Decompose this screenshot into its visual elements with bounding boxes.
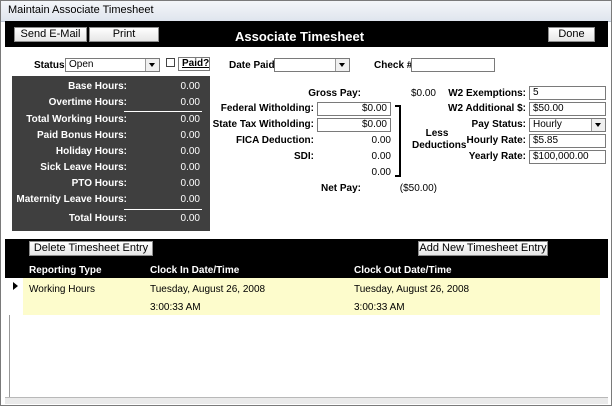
column-header-clock-out: Clock Out Date/Time <box>354 265 452 276</box>
divider <box>124 111 202 112</box>
pto-hours-value: 0.00 <box>180 178 200 189</box>
w2-additional-input[interactable]: $50.00 <box>529 102 606 116</box>
base-hours-value: 0.00 <box>180 81 200 92</box>
horizontal-scrollbar[interactable] <box>5 397 608 404</box>
other-deduction-value: 0.00 <box>371 167 391 178</box>
clock-in-date-cell[interactable]: Tuesday, August 26, 2008 <box>150 284 265 295</box>
print-button[interactable]: Print <box>89 27 159 42</box>
pay-status-label: Pay Status: <box>471 119 526 130</box>
hourly-rate-label: Hourly Rate: <box>466 135 526 146</box>
sick-leave-hours-label: Sick Leave Hours: <box>40 162 127 173</box>
pay-status-dropdown[interactable]: Hourly <box>529 118 606 132</box>
fica-deduction-value: 0.00 <box>371 135 391 146</box>
pto-hours-label: PTO Hours: <box>71 178 127 189</box>
divider <box>124 209 202 210</box>
deductions-bracket <box>395 105 401 177</box>
chevron-down-icon[interactable] <box>145 59 159 71</box>
gross-pay-label: Gross Pay: <box>308 88 361 99</box>
gross-pay-value: $0.00 <box>410 88 436 99</box>
column-header-clock-in: Clock In Date/Time <box>150 265 240 276</box>
w2-exemptions-label: W2 Exemptions: <box>448 88 526 99</box>
clock-out-date-cell[interactable]: Tuesday, August 26, 2008 <box>354 284 469 295</box>
delete-timesheet-entry-button[interactable]: Delete Timesheet Entry <box>29 241 153 256</box>
federal-witholding-input[interactable]: $0.00 <box>317 102 391 116</box>
status-label: Status: <box>34 60 68 71</box>
header-bar: Send E-Mail Print Associate Timesheet Do… <box>5 21 608 47</box>
holiday-hours-label: Holiday Hours: <box>55 146 127 157</box>
total-hours-label: Total Hours: <box>68 213 127 224</box>
w2-additional-label: W2 Additional $: <box>448 103 526 114</box>
column-header-reporting-type: Reporting Type <box>29 265 102 276</box>
total-hours-value: 0.00 <box>180 213 200 224</box>
entries-toolbar: Delete Timesheet Entry Add New Timesheet… <box>5 239 608 261</box>
total-working-hours-label: Total Working Hours: <box>26 114 127 125</box>
net-pay-label: Net Pay: <box>320 183 361 194</box>
maternity-leave-hours-value: 0.00 <box>180 194 200 205</box>
hours-panel: Base Hours: 0.00 Overtime Hours: 0.00 To… <box>12 76 210 231</box>
yearly-rate-input[interactable]: $100,000.00 <box>529 150 606 164</box>
state-tax-witholding-input[interactable]: $0.00 <box>317 118 391 132</box>
table-row[interactable]: Working Hours Tuesday, August 26, 2008 3… <box>23 278 600 315</box>
overtime-hours-label: Overtime Hours: <box>48 97 127 108</box>
paid-bonus-hours-label: Paid Bonus Hours: <box>36 130 127 141</box>
paid-bonus-hours-value: 0.00 <box>180 130 200 141</box>
chevron-down-icon[interactable] <box>591 119 605 131</box>
status-dropdown[interactable]: Open <box>65 58 160 72</box>
pay-status-value: Hourly <box>533 119 562 130</box>
record-selector-icon[interactable] <box>9 278 23 315</box>
federal-witholding-label: Federal Witholding: <box>220 103 314 114</box>
sdi-label: SDI: <box>294 151 314 162</box>
hourly-rate-input[interactable]: $5.85 <box>529 134 606 148</box>
date-paid-label: Date Paid: <box>229 60 278 71</box>
fica-deduction-label: FICA Deduction: <box>236 135 314 146</box>
paid-checkbox[interactable] <box>166 58 175 67</box>
maternity-leave-hours-label: Maternity Leave Hours: <box>16 194 127 205</box>
page-title: Associate Timesheet <box>235 29 365 44</box>
window-title: Maintain Associate Timesheet <box>8 4 154 16</box>
send-email-button[interactable]: Send E-Mail <box>14 27 87 42</box>
paid-label: Paid? <box>178 57 210 71</box>
reporting-type-cell[interactable]: Working Hours <box>29 284 95 295</box>
w2-exemptions-input[interactable]: 5 <box>529 86 606 100</box>
total-working-hours-value: 0.00 <box>180 114 200 125</box>
timesheet-window: Maintain Associate Timesheet Send E-Mail… <box>0 0 612 406</box>
add-timesheet-entry-button[interactable]: Add New Timesheet Entry <box>418 241 548 256</box>
sick-leave-hours-value: 0.00 <box>180 162 200 173</box>
clock-in-time-cell[interactable]: 3:00:33 AM <box>150 302 201 313</box>
window-titlebar[interactable]: Maintain Associate Timesheet <box>1 1 611 22</box>
date-paid-dropdown[interactable] <box>274 58 350 72</box>
yearly-rate-label: Yearly Rate: <box>468 151 526 162</box>
check-number-label: Check #: <box>374 60 416 71</box>
net-pay-value: ($50.00) <box>399 183 437 194</box>
base-hours-label: Base Hours: <box>68 81 127 92</box>
sdi-value: 0.00 <box>371 151 391 162</box>
clock-out-time-cell[interactable]: 3:00:33 AM <box>354 302 405 313</box>
overtime-hours-value: 0.00 <box>180 97 200 108</box>
done-button[interactable]: Done <box>548 27 595 42</box>
holiday-hours-value: 0.00 <box>180 146 200 157</box>
state-tax-witholding-label: State Tax Witholding: <box>212 119 314 130</box>
check-number-input[interactable] <box>411 58 495 72</box>
status-value: Open <box>69 59 94 70</box>
entries-grid-header: Reporting Type Clock In Date/Time Clock … <box>5 261 608 278</box>
calendar-dropdown-icon[interactable] <box>335 59 349 71</box>
